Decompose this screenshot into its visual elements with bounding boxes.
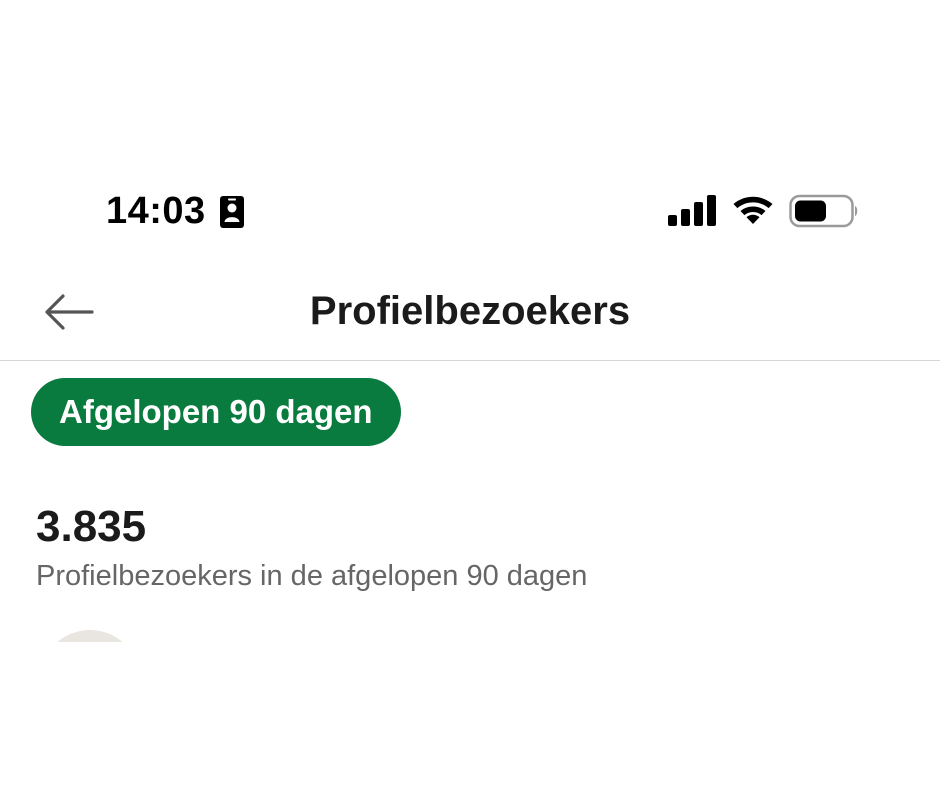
- status-bar: 14:03: [0, 180, 940, 240]
- contact-card-icon: [220, 196, 244, 228]
- cellular-signal-icon: [668, 195, 716, 226]
- page-title: Profielbezoekers: [309, 289, 631, 333]
- status-time: 14:03: [106, 190, 206, 232]
- screen: 14:03 Profielbezoekers Afgelopen 90 dage…: [0, 0, 940, 788]
- avatar[interactable]: [40, 630, 140, 642]
- navigation-header: Profielbezoekers: [0, 262, 940, 361]
- avatar-container: [40, 630, 140, 642]
- profile-visitors-count: 3.835: [36, 502, 147, 551]
- profile-visitors-caption: Profielbezoekers in de afgelopen 90 dage…: [36, 560, 588, 592]
- wifi-icon: [733, 196, 773, 224]
- battery-icon: [789, 194, 858, 228]
- time-range-filter-button[interactable]: Afgelopen 90 dagen: [31, 378, 401, 446]
